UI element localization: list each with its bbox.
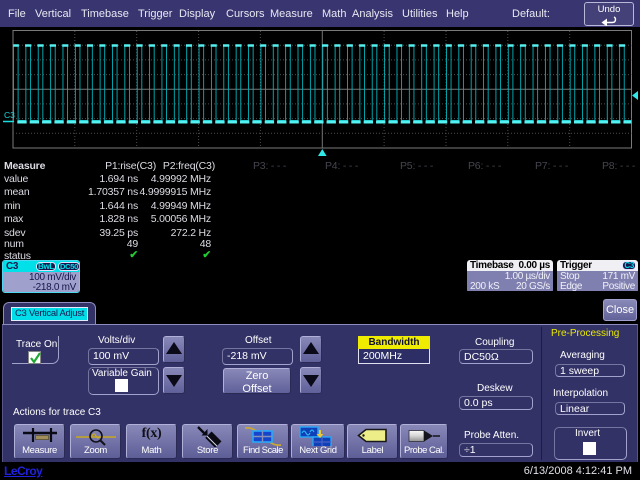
svg-text:C3: C3 <box>4 110 15 120</box>
